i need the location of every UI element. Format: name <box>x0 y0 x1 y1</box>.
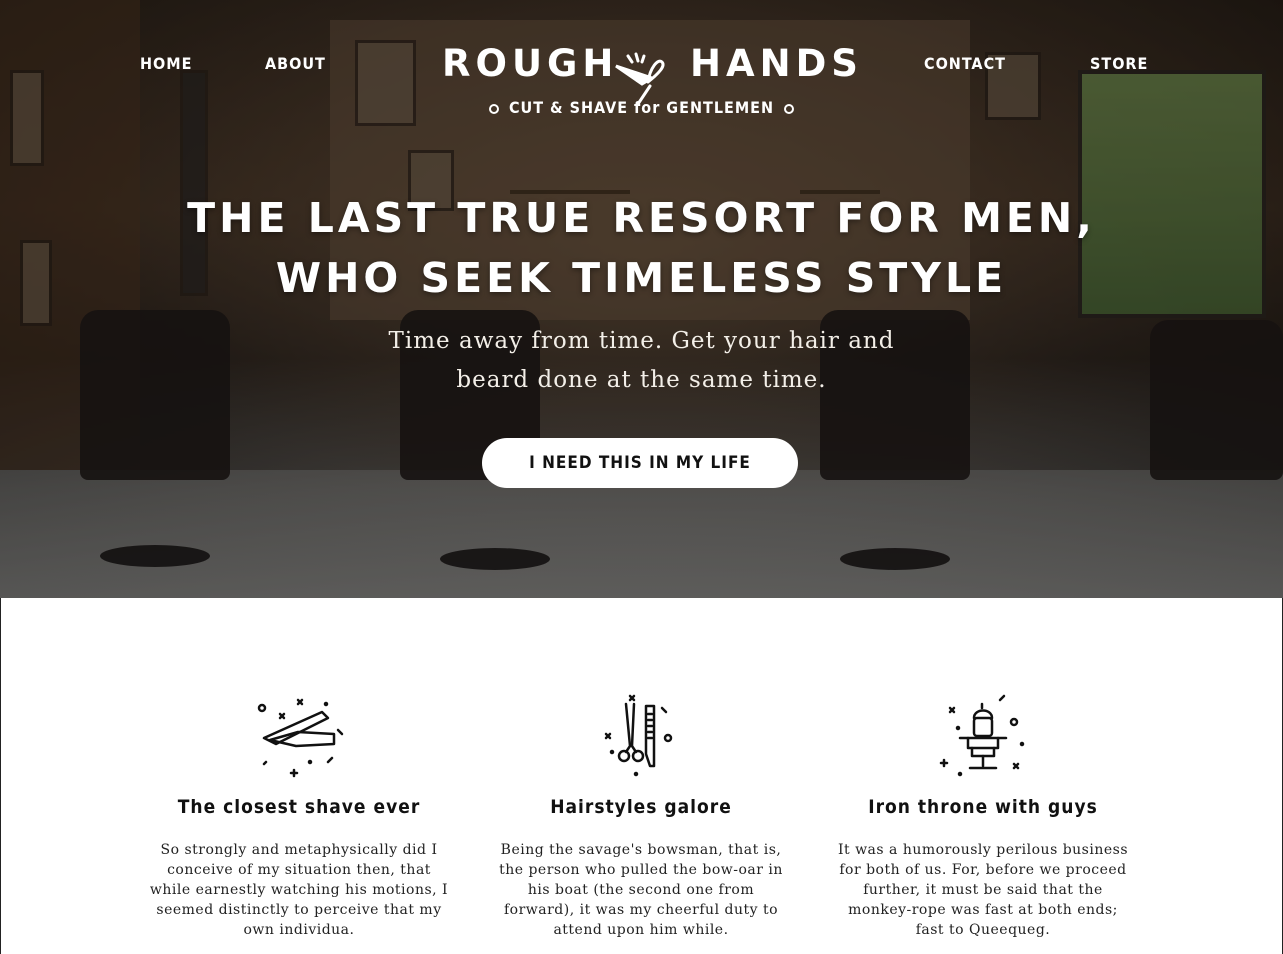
nav-about[interactable]: ABOUT <box>265 54 326 73</box>
subtitle-line-2: beard done at the same time. <box>456 367 827 393</box>
features-section: The closest shave ever So strongly and m… <box>0 598 1283 954</box>
feature-shave: The closest shave ever So strongly and m… <box>149 694 449 940</box>
nav-store[interactable]: STORE <box>1090 54 1148 73</box>
logo-tagline: CUT & SHAVE for GENTLEMEN <box>508 98 775 117</box>
tagline-dot-left <box>488 103 499 114</box>
feature-title: The closest shave ever <box>177 796 421 818</box>
feature-hairstyles: Hairstyles galore Being the savage's bow… <box>491 694 791 940</box>
headline-line-2: WHO SEEK TIMELESS STYLE <box>275 254 1008 302</box>
feature-text: Being the savage's bowsman, that is, the… <box>499 842 783 938</box>
nav-contact[interactable]: CONTACT <box>924 54 1006 73</box>
feature-text: It was a humorously perilous business fo… <box>837 842 1129 938</box>
hero-subtitle: Time away from time. Get your hair and b… <box>380 322 903 400</box>
logo-word-right: HANDS <box>690 42 863 85</box>
scissors-comb-icon <box>491 694 791 778</box>
cta-button[interactable]: I NEED THIS IN MY LIFE <box>482 438 798 488</box>
headline-line-1: THE LAST TRUE RESORT FOR MEN, <box>187 194 1096 242</box>
logo-word-left: ROUGH <box>442 42 619 85</box>
barber-chair-icon <box>833 694 1133 778</box>
feature-title: Hairstyles galore <box>550 796 732 818</box>
straight-razor-icon <box>149 694 449 778</box>
tagline-dot-right <box>784 103 795 114</box>
feature-text: So strongly and metaphysically did I con… <box>149 842 449 938</box>
hero-section: HOME ABOUT CONTACT STORE ROUGH HANDS CUT… <box>0 0 1283 598</box>
hero-headline: THE LAST TRUE RESORT FOR MEN, WHO SEEK T… <box>0 188 1283 308</box>
feature-title: Iron throne with guys <box>868 796 1098 818</box>
logo-tagline-row: CUT & SHAVE for GENTLEMEN <box>0 98 1283 117</box>
feature-chair: Iron throne with guys It was a humorousl… <box>833 694 1133 940</box>
subtitle-line-1: Time away from time. Get your hair and <box>388 328 895 354</box>
nav-home[interactable]: HOME <box>140 54 192 73</box>
